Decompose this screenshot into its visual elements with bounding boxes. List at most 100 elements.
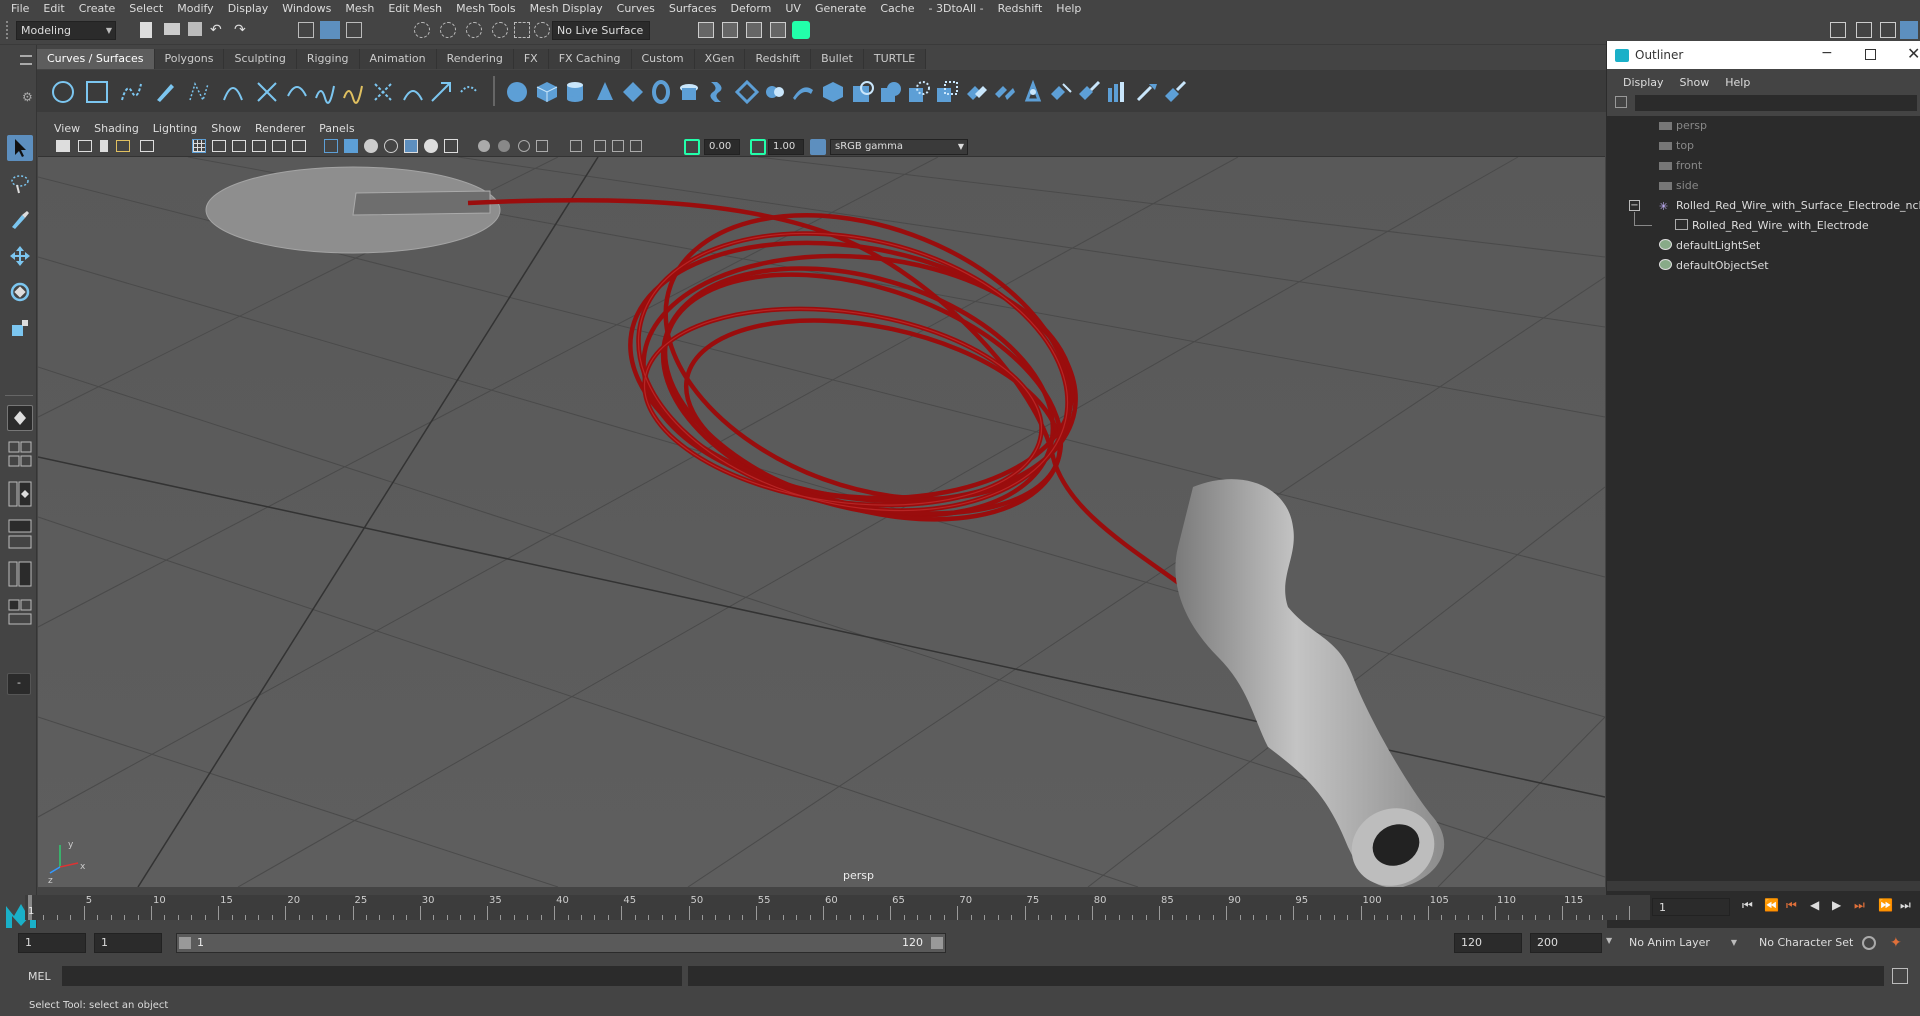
- menu-mesh-tools[interactable]: Mesh Tools: [449, 2, 523, 15]
- range-end-handle[interactable]: [931, 937, 943, 949]
- menu-surfaces[interactable]: Surfaces: [662, 2, 724, 15]
- outliner-item[interactable]: defaultLightSet: [1659, 236, 1760, 256]
- rebuild-curve-icon[interactable]: [371, 80, 395, 104]
- panel-menu-renderer[interactable]: Renderer: [248, 122, 312, 135]
- hypershade-icon[interactable]: [792, 21, 810, 39]
- extend-surface-icon[interactable]: [1077, 80, 1101, 104]
- attach-surfaces-icon[interactable]: [965, 80, 989, 104]
- shelf-tab-custom[interactable]: Custom: [631, 49, 695, 69]
- textured-icon[interactable]: [404, 139, 418, 153]
- undo-icon[interactable]: ↶: [210, 22, 226, 38]
- auto-key-icon[interactable]: [1862, 936, 1876, 950]
- gate-mask-icon[interactable]: [252, 140, 266, 152]
- side-by-side-layout-icon[interactable]: [7, 480, 33, 510]
- film-gate-icon[interactable]: [212, 140, 226, 152]
- panel-menu-lighting[interactable]: Lighting: [146, 122, 204, 135]
- ipr-render-icon[interactable]: [746, 22, 762, 38]
- project-curve-icon[interactable]: [851, 80, 875, 104]
- shelf-tab-xgen[interactable]: XGen: [694, 49, 746, 69]
- shadows-icon[interactable]: [444, 139, 458, 153]
- safe-action-icon[interactable]: [292, 140, 306, 152]
- snap-point-icon[interactable]: [466, 22, 482, 38]
- offset-surface-icon[interactable]: [1105, 80, 1129, 104]
- exposure-icon[interactable]: [684, 139, 700, 155]
- rebuild-surface-icon[interactable]: [1135, 80, 1159, 104]
- field-chart-icon[interactable]: [272, 140, 286, 152]
- menu-display[interactable]: Display: [221, 2, 276, 15]
- bevel-plus-icon[interactable]: [821, 80, 845, 104]
- new-scene-icon[interactable]: [140, 22, 152, 38]
- menu-edit-mesh[interactable]: Edit Mesh: [381, 2, 449, 15]
- menu-curves[interactable]: Curves: [610, 2, 662, 15]
- go-to-end-icon[interactable]: ⏭: [1900, 898, 1911, 913]
- shelf-tab-sculpting[interactable]: Sculpting: [224, 49, 297, 69]
- planar-icon[interactable]: [734, 79, 760, 105]
- panel-menu-view[interactable]: View: [47, 122, 87, 135]
- open-close-surface-icon[interactable]: [1021, 79, 1045, 104]
- menu-select[interactable]: Select: [122, 2, 170, 15]
- close-icon[interactable]: ✕: [1907, 44, 1920, 63]
- shelf-tab-animation[interactable]: Animation: [359, 49, 437, 69]
- menu-create[interactable]: Create: [72, 2, 123, 15]
- range-start-handle[interactable]: [179, 937, 191, 949]
- insert-knot-icon[interactable]: [457, 80, 481, 104]
- nurbs-square-icon[interactable]: [85, 80, 109, 104]
- depth-of-field-icon[interactable]: [536, 140, 548, 152]
- persp-outliner-layout-icon[interactable]: [7, 598, 33, 628]
- scale-tool-icon[interactable]: [7, 315, 33, 341]
- multisample-aa-icon[interactable]: [518, 140, 530, 152]
- nurbs-circle-icon[interactable]: [51, 80, 75, 104]
- panel-menu-panels[interactable]: Panels: [312, 122, 361, 135]
- go-to-start-icon[interactable]: ⏮: [1742, 898, 1753, 913]
- snap-grid-icon[interactable]: [414, 22, 430, 38]
- wireframe-icon[interactable]: [324, 139, 338, 153]
- grid-toggle-icon[interactable]: [192, 139, 206, 153]
- redo-icon[interactable]: ↷: [234, 22, 250, 38]
- outliner-search-icon[interactable]: [1615, 96, 1627, 108]
- extend-curve-icon[interactable]: [429, 80, 453, 104]
- playback-start-field[interactable]: 1: [94, 933, 162, 953]
- cut-curve-icon[interactable]: [285, 80, 309, 104]
- current-frame-field[interactable]: 1: [1652, 898, 1730, 916]
- anim-layer-dropdown[interactable]: No Anim Layer ▼: [1622, 933, 1740, 953]
- shelf-tab-polygons[interactable]: Polygons: [154, 49, 225, 69]
- view-transform-dropdown[interactable]: sRGB gamma ▼: [830, 139, 968, 155]
- color-management-icon[interactable]: [810, 139, 826, 155]
- snap-curve-icon[interactable]: [440, 22, 456, 38]
- gamma-icon[interactable]: [750, 139, 766, 155]
- revolve-icon[interactable]: [677, 80, 701, 104]
- step-forward-key-icon[interactable]: ⏩: [1878, 898, 1893, 912]
- perspective-viewport[interactable]: y x z persp: [38, 157, 1605, 887]
- outliner-item[interactable]: persp: [1659, 116, 1707, 136]
- end-time-chevron-icon[interactable]: ▼: [1606, 936, 1612, 945]
- script-editor-icon[interactable]: [1892, 968, 1908, 984]
- insert-isoparm-icon[interactable]: [1049, 80, 1073, 104]
- xray-joints-icon[interactable]: [612, 140, 624, 152]
- image-plane-icon[interactable]: [116, 140, 130, 152]
- menu-3dtoall[interactable]: - 3DtoAll -: [922, 2, 991, 15]
- paint-select-tool-icon[interactable]: [7, 207, 33, 233]
- detach-surfaces-icon[interactable]: [993, 80, 1017, 104]
- bookmark-icon[interactable]: [100, 140, 108, 152]
- outliner-item[interactable]: ✳ Rolled_Red_Wire_with_Surface_Electrode_…: [1659, 196, 1920, 216]
- command-input[interactable]: [62, 966, 682, 986]
- select-component-icon[interactable]: [346, 22, 362, 38]
- outliner-item[interactable]: top: [1659, 136, 1694, 156]
- nurbs-cylinder-icon[interactable]: [563, 80, 587, 104]
- time-slider[interactable]: 5 10 15 20 25 30 35 40 45 50 55 60 65 70 75 80 85 90 95 100…: [25, 895, 1650, 920]
- workspace-icon[interactable]: [1830, 22, 1846, 38]
- cv-curve-tool-icon[interactable]: [187, 80, 211, 104]
- wireframe-on-shaded-icon[interactable]: [384, 139, 398, 153]
- resolution-gate-icon[interactable]: [232, 140, 246, 152]
- live-surface-field[interactable]: No Live Surface: [552, 21, 650, 40]
- outliner-menu-help[interactable]: Help: [1717, 76, 1758, 89]
- menuset-dropdown[interactable]: Modeling ▼: [16, 21, 116, 40]
- motion-blur-icon[interactable]: [498, 140, 510, 152]
- nurbs-plane-icon[interactable]: [621, 80, 645, 104]
- smooth-shade-icon[interactable]: [344, 139, 358, 153]
- trim-tool-icon[interactable]: [907, 80, 931, 104]
- menu-edit[interactable]: Edit: [36, 2, 71, 15]
- menu-file[interactable]: File: [4, 2, 36, 15]
- menu-mesh-display[interactable]: Mesh Display: [523, 2, 610, 15]
- menuset-handle[interactable]: [6, 21, 12, 39]
